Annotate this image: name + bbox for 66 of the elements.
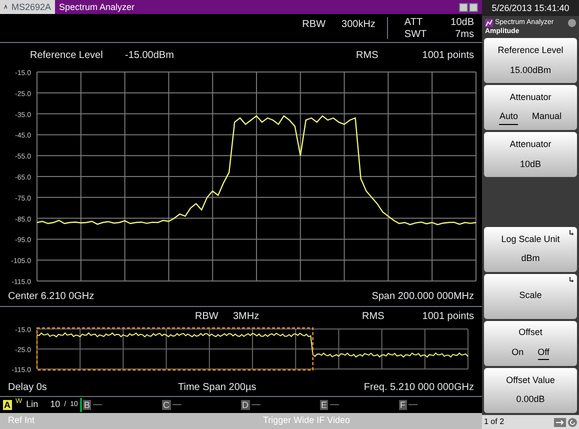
- trace-value: —: [172, 398, 182, 412]
- softkey-label: Log Scale Unit: [501, 232, 560, 246]
- window-title: Spectrum Analyzer: [59, 1, 135, 14]
- logo-icon: [4, 3, 8, 11]
- softkey-label: Reference Level: [498, 44, 564, 58]
- softkey-value: 0.00dB: [516, 393, 545, 406]
- setting-label: SWT: [404, 29, 427, 41]
- softkey-button[interactable]: Offset Value 0.00dB: [484, 368, 577, 413]
- clock-text: 5/26/2013 15:41:40: [482, 0, 579, 16]
- count-value: 10: [50, 398, 60, 412]
- trace-value: —: [408, 398, 418, 412]
- reference-level-value: -15.00dBm: [125, 48, 175, 62]
- page-indicator: 1 of 2: [484, 416, 506, 428]
- reference-status: Ref Int: [8, 414, 36, 428]
- detector-label: RMS: [362, 310, 384, 324]
- points-label: 1001 points: [422, 48, 474, 62]
- toggle-option[interactable]: Manual: [532, 110, 562, 125]
- back-icon[interactable]: [568, 418, 577, 426]
- span-value: Span 200.000 000MHz: [372, 290, 474, 304]
- trace-badge: E: [320, 400, 328, 410]
- trace-badge: D: [241, 400, 250, 410]
- rbw-value: 3MHz: [233, 310, 260, 324]
- softkey-value: dBm: [521, 252, 540, 266]
- trace-badge: A: [3, 400, 12, 410]
- setting-label: RBW: [302, 18, 326, 32]
- trigger-status: Trigger Wide IF Video: [263, 414, 350, 428]
- next-page-icon[interactable]: [554, 418, 566, 426]
- toggle-option[interactable]: Off: [538, 346, 550, 360]
- softkey-label: Scale: [519, 289, 542, 302]
- softkey-button[interactable]: Attenuator 10dB: [484, 132, 577, 178]
- points-label: 1001 points: [422, 310, 474, 324]
- maximize-button[interactable]: [469, 2, 478, 12]
- setting-value: 10dB: [450, 17, 474, 29]
- setting-value: 300kHz: [342, 18, 376, 32]
- trace-badge: C: [162, 400, 170, 410]
- app-icon: [485, 18, 493, 26]
- mode-label: Lin: [26, 398, 38, 412]
- reference-level-label: Reference Level: [30, 48, 104, 62]
- toggle-option[interactable]: On: [512, 346, 524, 360]
- delay-value: Delay 0s: [8, 381, 48, 395]
- softkey-button[interactable]: Scale: [484, 274, 577, 319]
- rbw-label: RBW: [195, 310, 220, 324]
- trace-badge: B: [83, 400, 92, 410]
- setting-value: 7ms: [454, 29, 474, 41]
- softkey-button[interactable]: Attenuator Auto Manual: [484, 85, 577, 130]
- trace-value: —: [330, 398, 340, 412]
- minimize-button[interactable]: [459, 2, 468, 12]
- softkey-button[interactable]: Reference Level 15.00dBm: [484, 38, 577, 84]
- toggle-option[interactable]: Auto: [499, 110, 518, 125]
- softkey-label: Offset Value: [506, 374, 555, 387]
- center-frequency: Center 6.210 0GHz: [8, 290, 94, 304]
- trace-badge: F: [399, 400, 406, 410]
- softkey-label: Attenuator: [510, 90, 552, 104]
- softkey-value: 10dB: [520, 158, 542, 171]
- setting-label: ATT: [404, 17, 424, 29]
- softkey-label: Attenuator: [510, 138, 552, 152]
- softkey-value: 15.00dBm: [510, 64, 552, 77]
- frequency-value: Freq. 5.210 000 000GHz: [364, 381, 474, 395]
- softkey-button[interactable]: Offset On Off: [484, 320, 577, 366]
- softkey-label: Offset: [518, 326, 542, 340]
- trace-value: —: [252, 398, 260, 412]
- trace-value: —: [93, 398, 102, 412]
- model-text: MS2692A: [11, 1, 51, 14]
- softkey-button[interactable]: Log Scale Unit dBm: [484, 226, 577, 272]
- time-span-value: Time Span 200µs: [177, 381, 258, 395]
- detector-label: RMS: [356, 48, 378, 62]
